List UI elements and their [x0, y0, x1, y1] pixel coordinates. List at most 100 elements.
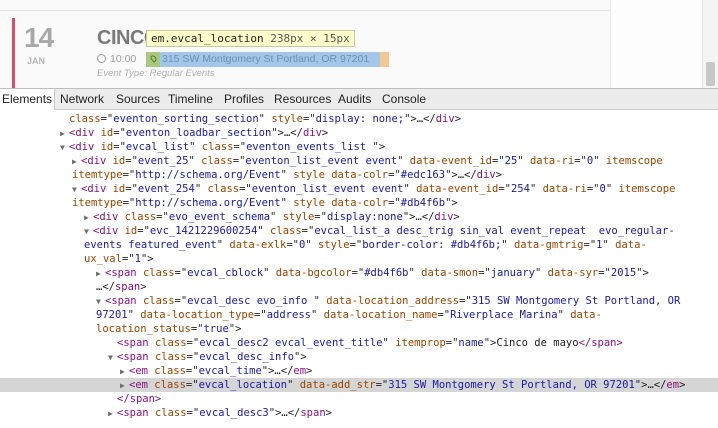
dom-token: <em: [129, 365, 155, 377]
tab-timeline[interactable]: Timeline: [166, 89, 215, 110]
inspect-margin-highlight: [380, 52, 389, 67]
dom-token: ">: [636, 267, 649, 279]
expand-triangle-icon[interactable]: ▶: [96, 267, 105, 281]
dom-node-line[interactable]: </span>: [0, 392, 718, 406]
inspect-tooltip: em.evcal_location 238px × 15px: [146, 30, 355, 47]
dom-node-line[interactable]: ▶ <span class="evcal_cblock" data-bgcolor…: [0, 266, 718, 280]
dom-token: true: [203, 323, 229, 335]
dom-token: >: [325, 407, 332, 419]
dom-token: ">…</: [402, 211, 435, 223]
dom-token: style: [293, 169, 325, 181]
dom-node-line[interactable]: ▶ <span class="evcal_desc3">…</span>: [0, 406, 718, 420]
dom-token: display: none;: [315, 113, 405, 125]
dom-node-line[interactable]: 97201" data-location_type="address" data…: [0, 308, 718, 322]
expand-triangle-icon[interactable]: ▶: [72, 155, 81, 169]
dom-token: =": [185, 365, 199, 377]
dom-token: ": [189, 141, 202, 153]
dom-token: <div: [69, 141, 101, 153]
dom-token: >: [306, 365, 313, 377]
dom-token: =": [286, 239, 299, 251]
collapse-triangle-icon[interactable]: ▼: [84, 225, 93, 239]
dom-token: ">…</: [404, 113, 436, 125]
dom-node-line[interactable]: ▼ <span class="evcal_desc_info">: [0, 350, 718, 364]
dom-token: display:none: [326, 211, 403, 223]
dom-token: >: [140, 281, 147, 293]
page-preview: 14 JAN CINCO em.evcal_location 238px × 1…: [0, 0, 718, 88]
event-location[interactable]: 315 SW Montgomery St Portland, OR 97201: [162, 53, 369, 65]
dom-token: data-syr: [547, 267, 599, 279]
dom-token: </span>: [117, 393, 162, 405]
dom-token: style: [293, 197, 325, 209]
dom-token: id: [112, 183, 126, 195]
dom-token: evcal_location: [198, 379, 288, 391]
dom-token: =": [301, 225, 315, 237]
dom-token: =": [437, 309, 451, 321]
dom-token: data-colr: [331, 197, 389, 209]
dom-token: #edc163: [400, 169, 446, 181]
tab-console[interactable]: Console: [380, 89, 428, 110]
tab-sources[interactable]: Sources: [114, 89, 162, 110]
dom-node-line[interactable]: …</span>: [0, 280, 718, 294]
dom-node-line[interactable]: ▶ <em class="evcal_time">…</em>: [0, 364, 718, 378]
dom-token: ": [263, 267, 276, 279]
dom-node-line[interactable]: class="eventon_sorting_section" style="d…: [0, 112, 718, 126]
dom-token: evcal_desc3: [199, 407, 269, 419]
expand-triangle-icon[interactable]: ▶: [60, 127, 69, 141]
dom-node-line[interactable]: location_status="true">: [0, 322, 718, 336]
dom-token: =": [232, 155, 246, 167]
tab-profiles[interactable]: Profiles: [222, 89, 266, 110]
dom-node-line[interactable]: ux_val="1">: [0, 252, 718, 266]
expand-triangle-icon[interactable]: ▶: [120, 365, 129, 379]
tab-elements[interactable]: Elements: [0, 89, 56, 110]
dom-token: ": [194, 183, 208, 195]
dom-token: <div: [93, 211, 125, 223]
dom-node-line[interactable]: ▼ <div id="event_254" class="eventon_list…: [0, 182, 718, 196]
collapse-triangle-icon[interactable]: ▼: [60, 141, 69, 155]
dom-token: #db4f6b: [364, 267, 409, 279]
dom-node-line[interactable]: ▼ <div id="evcal_list" class="eventon_eve…: [0, 140, 718, 154]
dom-token: address: [266, 309, 311, 321]
dom-token: class: [124, 211, 157, 223]
dom-token: </span>: [578, 337, 623, 349]
dom-token: evcal_time: [198, 365, 262, 377]
dom-token: ": [397, 155, 410, 167]
tab-network[interactable]: Network: [58, 89, 106, 110]
dom-node-line[interactable]: ▶ <div id="event_25" class="eventon_list_…: [0, 154, 718, 168]
dom-node-line[interactable]: itemtype="http://schema.org/Event" style…: [0, 168, 718, 182]
tab-audits[interactable]: Audits: [336, 89, 373, 110]
collapse-triangle-icon[interactable]: ▼: [72, 183, 81, 197]
dom-token: =": [583, 239, 597, 251]
dom-token: =": [586, 183, 600, 195]
dom-node-line[interactable]: <span class="evcal_desc2 evcal_event_tit…: [0, 336, 718, 350]
dom-token: event_254: [137, 183, 195, 195]
dom-token: evcal_cblock: [187, 267, 264, 279]
dom-node-line[interactable]: itemtype="http://schema.org/Event" style…: [0, 196, 718, 210]
dom-token: ">: [445, 197, 458, 209]
expand-triangle-icon[interactable]: ▶: [84, 211, 93, 225]
dom-token: border-color: #db4f6b;: [362, 239, 502, 251]
dom-token: data-event_id: [409, 155, 492, 167]
dom-token: =": [302, 113, 316, 125]
dom-node-line[interactable]: ▼ <span class="evcal_desc evo_info " data…: [0, 294, 718, 308]
expand-triangle-icon[interactable]: ▶: [120, 379, 129, 393]
dom-node-line[interactable]: events featured_event" data-exlk="0" sty…: [0, 238, 718, 252]
dom-token: 25: [504, 155, 518, 167]
scrollbar-thumb[interactable]: [706, 62, 715, 86]
dom-node-line[interactable]: ▶ <div class="evo_event_schema" style="di…: [0, 210, 718, 224]
dom-token: <div: [81, 155, 113, 167]
dom-token: evcal_desc2 evcal_event_title: [199, 337, 383, 349]
tab-resources[interactable]: Resources: [272, 89, 333, 110]
dom-token: >: [454, 113, 462, 125]
dom-node-line[interactable]: ▶ <div id="eventon_loadbar_section">…</di…: [0, 126, 718, 140]
dom-token: ": [408, 267, 422, 279]
page-scrollbar[interactable]: [702, 0, 718, 88]
dom-node-line[interactable]: ▼ <div id="evc_1421229600254" class="evca…: [0, 224, 718, 238]
collapse-triangle-icon[interactable]: ▼: [96, 295, 105, 309]
dom-node-line[interactable]: ▶ <em class="evcal_location" data-add_str…: [0, 378, 718, 392]
dom-token: <span: [105, 267, 143, 279]
expand-triangle-icon[interactable]: ▶: [108, 407, 117, 421]
dom-token: itemscope: [618, 183, 676, 195]
dom-token: Cinco de mayo: [496, 337, 579, 349]
dom-token: ": [501, 239, 514, 251]
collapse-triangle-icon[interactable]: ▼: [108, 351, 117, 365]
